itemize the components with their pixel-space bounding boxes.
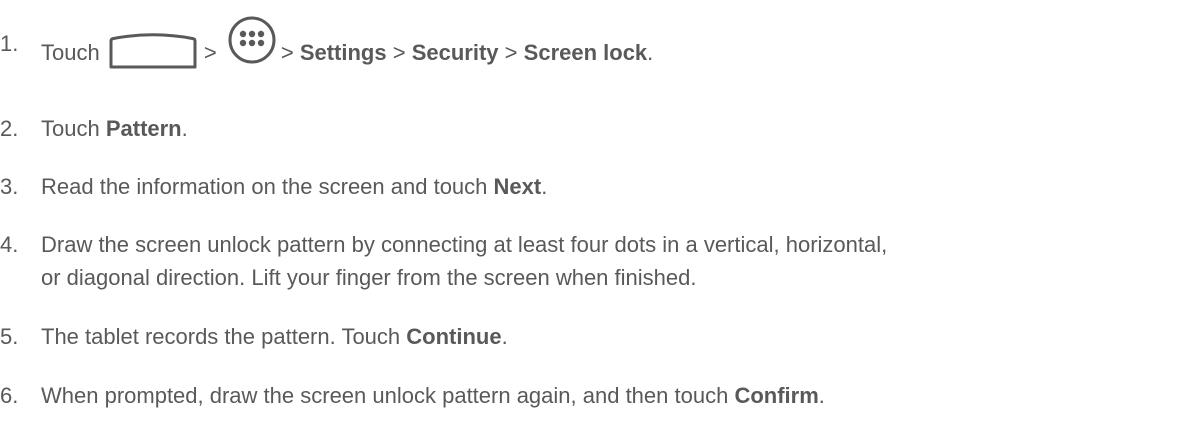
step-number: 1. (0, 31, 19, 56)
step-bold-security: Security (411, 39, 499, 65)
period: . (541, 174, 548, 199)
step-text-plain: The tablet records the pattern. Touch (41, 324, 407, 349)
step-bold-continue: Continue (406, 324, 502, 349)
step-text-plain: Touch (41, 39, 100, 65)
step-number: 3. (0, 174, 19, 199)
step-text: Touch > > Settings > Security > Screen l… (41, 16, 654, 79)
step-text-plain: Read the information on the screen and t… (41, 174, 494, 199)
step-bold-pattern: Pattern (105, 116, 182, 141)
separator: > (504, 39, 518, 65)
step-text: Read the information on the screen and t… (41, 172, 547, 202)
step-text-line-2: or diagonal direction. Lift your finger … (41, 265, 697, 290)
step-bold-confirm: Confirm (734, 383, 819, 408)
step-text: Touch Pattern. (41, 114, 188, 144)
separator: > (392, 39, 406, 65)
step-bold-screen-lock: Screen lock (523, 39, 648, 65)
step-text-plain: When prompted, draw the screen unlock pa… (41, 383, 735, 408)
step-number: 2. (0, 116, 19, 141)
step-number: 5. (0, 324, 19, 349)
separator: > (203, 39, 217, 65)
step-number: 4. (0, 232, 19, 257)
separator: > (280, 39, 294, 65)
step-text-line-1: Draw the screen unlock pattern by connec… (41, 232, 888, 257)
step-text: When prompted, draw the screen unlock pa… (41, 381, 825, 411)
period: . (818, 383, 825, 408)
step-text-plain: Touch (41, 116, 106, 141)
step-bold-settings: Settings (299, 39, 387, 65)
period: . (181, 116, 188, 141)
step-bold-next: Next (493, 174, 542, 199)
step-number: 6. (0, 383, 19, 408)
home-icon (108, 31, 198, 69)
apps-icon (227, 15, 277, 65)
step-text: The tablet records the pattern. Touch Co… (41, 322, 508, 352)
period: . (501, 324, 508, 349)
period: . (647, 39, 654, 65)
